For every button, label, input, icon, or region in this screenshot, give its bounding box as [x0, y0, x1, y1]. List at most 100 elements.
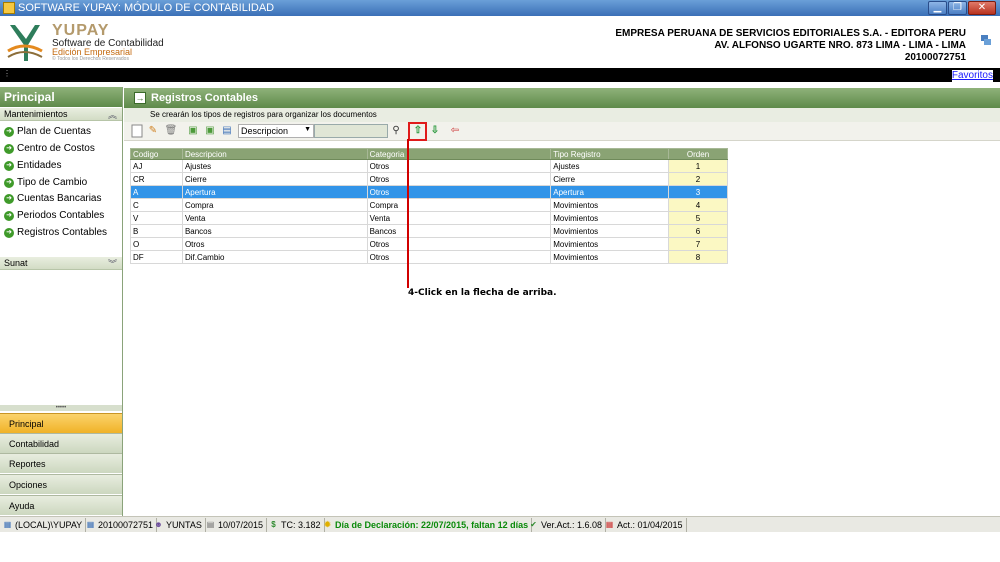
import-icon[interactable]: ▣ — [203, 124, 217, 138]
col-descripcion[interactable]: Descripcion — [181, 148, 368, 160]
cell: Compra — [181, 198, 368, 212]
cell: Venta — [181, 211, 368, 225]
app-header: YUPAY Software de Contabilidad Edición E… — [0, 16, 1000, 68]
edit-pencil-icon[interactable]: ✎ — [146, 124, 160, 138]
sidebar-title: Principal — [0, 87, 122, 107]
app-icon — [3, 2, 15, 14]
cell: Otros — [366, 185, 552, 199]
status-act: ▦ Act.: 01/04/2015 — [602, 518, 687, 532]
sidebar-item-plan-de-cuentas[interactable]: ➜ Plan de Cuentas — [4, 125, 91, 139]
calendar-icon: ▤ — [206, 520, 215, 529]
table-row[interactable]: AJ Ajustes Otros Ajustes 1 — [130, 159, 728, 173]
records-grid: Codigo Descripcion Categoria Tipo Regist… — [130, 148, 728, 264]
company-address: AV. ALFONSO UGARTE NRO. 873 LIMA - LIMA … — [714, 40, 966, 51]
nav-opciones[interactable]: Opciones — [0, 474, 122, 494]
col-tipo-registro[interactable]: Tipo Registro — [550, 148, 670, 160]
arrow-down-icon[interactable]: ⇩ — [428, 124, 442, 138]
new-document-icon[interactable] — [130, 124, 144, 138]
menu-strip: ⋮ — [0, 68, 1000, 82]
user-icon: ☻ — [154, 520, 163, 529]
table-row[interactable]: CR Cierre Otros Cierre 2 — [130, 172, 728, 186]
cell: 1 — [668, 159, 728, 173]
status-user: ☻ YUNTAS — [151, 518, 206, 532]
nav-ayuda[interactable]: Ayuda — [0, 495, 122, 515]
cell: Cierre — [550, 172, 670, 186]
table-row[interactable]: B Bancos Bancos Movimientos 6 — [130, 224, 728, 238]
cell: Bancos — [366, 224, 552, 238]
cell: 3 — [668, 185, 728, 199]
sidebar-item-registros-contables[interactable]: ➜ Registros Contables — [4, 226, 107, 240]
cell: AJ — [130, 159, 183, 173]
exit-icon[interactable]: ⇦ — [448, 124, 462, 138]
collapse-icon[interactable]: ︽ — [108, 108, 117, 121]
table-row[interactable]: V Venta Venta Movimientos 5 — [130, 211, 728, 225]
arrow-icon: ➜ — [4, 194, 14, 204]
close-button[interactable]: ✕ — [968, 1, 996, 15]
col-categoria[interactable]: Categoria — [366, 148, 552, 160]
binoculars-icon[interactable]: ⚲ — [389, 124, 403, 138]
sidebar-item-entidades[interactable]: ➜ Entidades — [4, 159, 61, 173]
search-input[interactable] — [314, 124, 388, 138]
cell: Bancos — [181, 224, 368, 238]
section-label: Sunat — [4, 258, 28, 268]
col-orden[interactable]: Orden — [668, 148, 728, 160]
cell: 4 — [668, 198, 728, 212]
favoritos-link[interactable]: Favoritos — [951, 70, 993, 82]
cell: Otros — [366, 172, 552, 186]
cell: Apertura — [550, 185, 670, 199]
col-codigo[interactable]: Codigo — [130, 148, 183, 160]
cell: 7 — [668, 237, 728, 251]
cell: Venta — [366, 211, 552, 225]
arrow-icon: ➜ — [4, 228, 14, 238]
sidebar-item-periodos-contables[interactable]: ➜ Periodos Contables — [4, 209, 104, 223]
cell: Ajustes — [181, 159, 368, 173]
section-mantenimientos[interactable]: Mantenimientos ︽ — [0, 108, 122, 121]
section-sunat[interactable]: Sunat ︾ — [0, 257, 122, 270]
table-row[interactable]: C Compra Compra Movimientos 4 — [130, 198, 728, 212]
minimize-button[interactable]: ▁ — [928, 1, 947, 15]
print-icon[interactable]: ▤ — [220, 124, 234, 138]
annotation-line — [407, 139, 409, 288]
table-row[interactable]: DF Dif.Cambio Otros Movimientos 8 — [130, 250, 728, 264]
arrow-icon: ➜ — [4, 211, 14, 221]
sidebar-item-centro-de-costos[interactable]: ➜ Centro de Costos — [4, 142, 95, 156]
section-label: Mantenimientos — [4, 109, 68, 119]
status-text: YUNTAS — [166, 520, 202, 530]
status-declaracion: ✹ Día de Declaración: 22/07/2015, faltan … — [320, 518, 533, 532]
brand-rights: © Todos los Derechos Reservados — [52, 56, 129, 62]
status-tc: $ TC: 3.182 — [266, 518, 325, 532]
yupay-logo — [6, 21, 44, 63]
cell: O — [130, 237, 183, 251]
chevron-down-icon[interactable]: ▼ — [304, 126, 311, 133]
company-ruc: 20100072751 — [904, 52, 966, 63]
highlight-box — [408, 122, 427, 141]
table-row-selected[interactable]: A Apertura Otros Apertura 3 — [130, 185, 728, 199]
cell: Cierre — [181, 172, 368, 186]
status-date: ▤ 10/07/2015 — [203, 518, 268, 532]
status-bar: ▦ (LOCAL)\YUPAY ▦ 20100072751 ☻ YUNTAS ▤ 10/… — [0, 516, 1000, 532]
cell: B — [130, 224, 183, 238]
network-icon[interactable] — [980, 34, 992, 46]
search-field-select[interactable]: Descripcion ▼ — [238, 124, 314, 138]
sidebar-item-cuentas-bancarias[interactable]: ➜ Cuentas Bancarias — [4, 192, 102, 206]
restore-button[interactable]: ❐ — [948, 1, 967, 15]
export-icon[interactable]: ▣ — [186, 124, 200, 138]
forward-arrow-icon: → — [134, 92, 146, 104]
delete-trash-icon[interactable]: 🗑 — [164, 124, 178, 138]
nav-contabilidad[interactable]: Contabilidad — [0, 433, 122, 453]
table-row[interactable]: O Otros Otros Movimientos 7 — [130, 237, 728, 251]
sidebar-item-label: Centro de Costos — [17, 143, 95, 154]
sidebar-item-label: Cuentas Bancarias — [17, 193, 102, 204]
status-version: ✔ Ver.Act.: 1.6.08 — [526, 518, 607, 532]
nav-principal[interactable]: Principal — [0, 413, 122, 433]
cell: Ajustes — [550, 159, 670, 173]
sidebar-item-tipo-de-cambio[interactable]: ➜ Tipo de Cambio — [4, 176, 87, 190]
status-text: Día de Declaración: 22/07/2015, faltan 1… — [335, 520, 529, 530]
status-text: Act.: 01/04/2015 — [617, 520, 683, 530]
expand-icon[interactable]: ︾ — [108, 257, 117, 270]
cell: Otros — [366, 159, 552, 173]
nav-reportes[interactable]: Reportes — [0, 453, 122, 473]
splitter-grip[interactable]: ••••• — [0, 405, 122, 411]
sidebar-item-label: Periodos Contables — [17, 210, 105, 221]
arrow-icon: ➜ — [4, 127, 14, 137]
